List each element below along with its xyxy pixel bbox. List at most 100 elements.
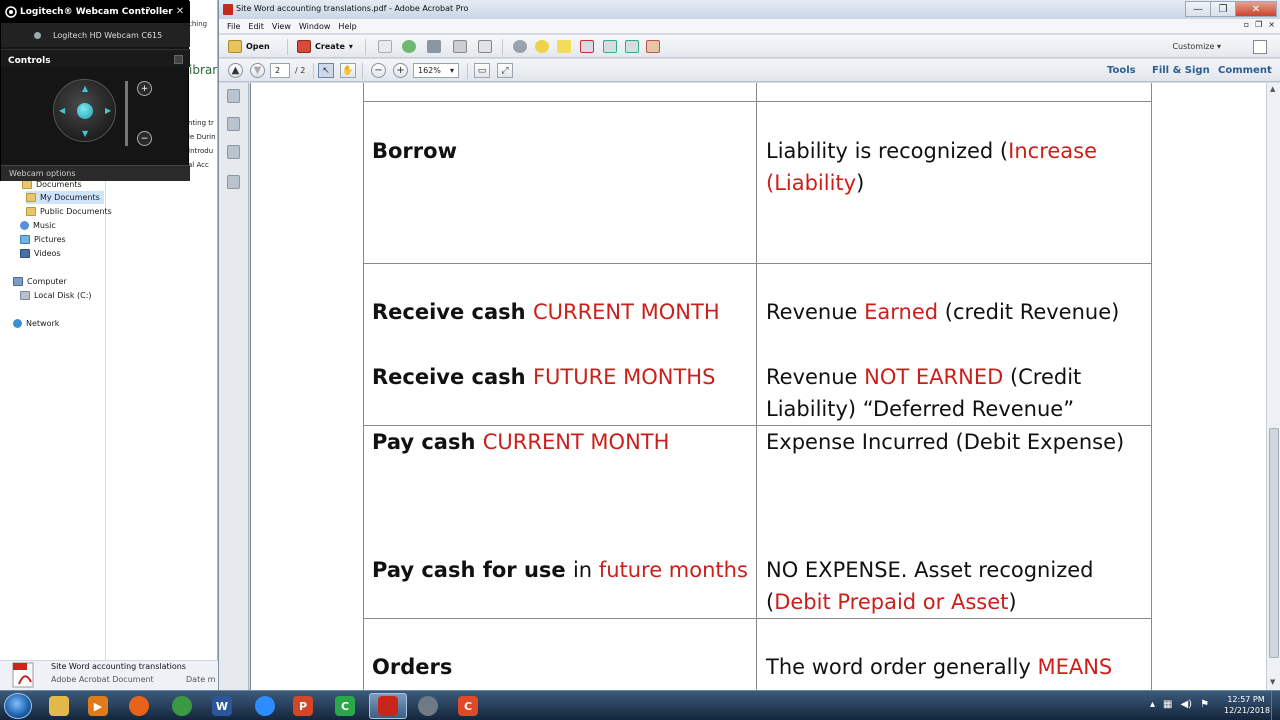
zoom-in-button[interactable]: + (393, 63, 408, 78)
export-page-icon[interactable] (625, 40, 639, 53)
tree-item-videos[interactable]: Videos (20, 247, 61, 260)
delete-page-icon[interactable] (580, 40, 594, 53)
tree-item-local-disk[interactable]: Local Disk (C:) (20, 289, 92, 302)
webcam-controller-window[interactable]: Logitech® Webcam Controller ? — ✕ Logite… (0, 0, 190, 181)
acrobat-window[interactable]: Site Word accounting translations.pdf - … (218, 0, 1280, 690)
save-icon[interactable] (378, 40, 392, 53)
scroll-down-icon[interactable]: ▼ (1270, 678, 1275, 686)
doc-minimize-icon[interactable]: ▫ (1244, 20, 1249, 29)
email-icon[interactable] (478, 40, 492, 53)
start-button[interactable] (4, 693, 32, 719)
pan-tilt-pad[interactable]: ▲ ▼ ◀ ▶ (53, 79, 116, 142)
open-button[interactable]: Open (228, 39, 270, 54)
taskbar-app-chrome[interactable] (163, 693, 201, 719)
clock[interactable]: 12:57 PM 12/21/2018 (1224, 694, 1270, 716)
vertical-scrollbar[interactable]: ▲ ▼ (1266, 83, 1280, 690)
comment-bubble-icon[interactable] (535, 40, 549, 53)
minimize-button[interactable]: — (1185, 1, 1211, 17)
comment-pane-link[interactable]: Comment (1218, 65, 1272, 76)
webcam-device-selector[interactable]: Logitech HD Webcam C615 (1, 23, 190, 47)
full-screen-icon[interactable]: ⤢ (497, 63, 513, 78)
pan-right-icon[interactable]: ▶ (105, 106, 111, 115)
taskbar-app-zoom[interactable] (246, 693, 284, 719)
highlight-icon[interactable] (557, 40, 571, 53)
doc-close-icon[interactable]: × (1268, 20, 1275, 29)
create-button[interactable]: Create ▾ (297, 39, 353, 54)
volume-icon[interactable]: ◀) (1180, 699, 1192, 710)
controls-collapse-icon[interactable] (174, 55, 183, 64)
zoom-slider[interactable] (125, 81, 128, 146)
taskbar-app-camtasia[interactable]: C (326, 693, 364, 719)
help-icon[interactable]: ? (142, 5, 154, 17)
previous-page-icon[interactable]: ▲ (228, 63, 243, 78)
zoom-out-button[interactable]: − (371, 63, 386, 78)
page-number-input[interactable]: 2 (270, 63, 290, 78)
taskbar-app-powerpoint[interactable]: P (284, 693, 322, 719)
next-page-icon[interactable]: ▼ (250, 63, 265, 78)
insert-page-icon[interactable] (603, 40, 617, 53)
tools-pane-link[interactable]: Tools (1107, 65, 1136, 76)
fit-page-icon[interactable]: ▭ (474, 63, 490, 78)
menu-help[interactable]: Help (338, 22, 356, 31)
tree-item-pictures[interactable]: Pictures (20, 233, 66, 246)
taskbar-app-acrobat[interactable] (369, 693, 407, 719)
zoom-in-icon[interactable]: + (137, 81, 152, 96)
attachments-icon[interactable] (227, 145, 240, 159)
minimize-icon[interactable]: — (158, 5, 170, 17)
pan-up-icon[interactable]: ▲ (82, 84, 88, 93)
doc-restore-icon[interactable]: ❐ (1255, 20, 1262, 29)
controls-label: Controls (8, 56, 51, 66)
tree-item-computer[interactable]: Computer (13, 275, 67, 288)
gear-icon[interactable] (513, 40, 527, 53)
menu-view[interactable]: View (272, 22, 291, 31)
scrollbar-thumb[interactable] (1269, 428, 1279, 658)
bookmarks-icon[interactable] (227, 117, 240, 131)
chevron-down-icon: ▾ (348, 42, 353, 51)
tree-item-music[interactable]: Music (20, 219, 56, 232)
upload-cloud-icon[interactable] (402, 40, 416, 53)
pan-left-icon[interactable]: ◀ (59, 106, 65, 115)
flag-icon[interactable]: ⚑ (1200, 699, 1209, 710)
zoom-out-icon[interactable]: − (137, 131, 152, 146)
hand-tool-icon[interactable]: ✋ (340, 63, 356, 78)
print-icon[interactable] (427, 40, 441, 53)
scroll-up-icon[interactable]: ▲ (1270, 85, 1275, 93)
tree-item-public-documents[interactable]: Public Documents (26, 205, 112, 218)
webcam-titlebar[interactable]: Logitech® Webcam Controller ? — ✕ (1, 1, 190, 23)
taskbar-app-media[interactable]: ▶ (79, 693, 117, 719)
taskbar-app-recorder[interactable]: C (449, 693, 487, 719)
menu-window[interactable]: Window (299, 22, 331, 31)
taskbar-app-firefox[interactable] (120, 693, 158, 719)
taskbar-app-word[interactable]: W (203, 693, 241, 719)
select-tool-icon[interactable]: ↖ (318, 63, 334, 78)
signatures-icon[interactable] (227, 175, 240, 189)
stamp-icon[interactable] (646, 40, 660, 53)
file-name-fragment[interactable]: Introdu (188, 147, 213, 155)
menu-edit[interactable]: Edit (248, 22, 264, 31)
acrobat-titlebar[interactable]: Site Word accounting translations.pdf - … (219, 0, 1280, 19)
pan-center-button[interactable] (77, 103, 93, 119)
show-desktop-button[interactable] (1271, 691, 1280, 720)
taskbar-app-explorer[interactable] (40, 693, 78, 719)
taskbar-app-webcam[interactable] (409, 693, 447, 719)
page-thumbnails-icon[interactable] (227, 89, 240, 103)
tray-expand-icon[interactable]: ▴ (1150, 699, 1155, 710)
customize-menu[interactable]: Customize ▾ (1172, 42, 1221, 51)
file-name-fragment[interactable]: le Durin (188, 133, 216, 141)
tree-item-network[interactable]: Network (13, 317, 59, 330)
close-button[interactable]: ✕ (1235, 1, 1277, 17)
document-viewport[interactable]: Borrow Liability is recognized (Increase… (250, 83, 1267, 690)
tree-item-my-documents[interactable]: My Documents (26, 191, 104, 204)
webcam-options-toggle[interactable]: Webcam options (1, 165, 190, 181)
pan-down-icon[interactable]: ▼ (82, 129, 88, 138)
close-icon[interactable]: ✕ (174, 5, 186, 17)
expand-toolbar-icon[interactable] (1253, 40, 1267, 54)
menu-file[interactable]: File (227, 22, 240, 31)
maximize-button[interactable]: ❐ (1210, 1, 1236, 17)
fill-sign-pane-link[interactable]: Fill & Sign (1152, 65, 1210, 76)
edit-pencil-icon[interactable] (453, 40, 467, 53)
file-name-fragment[interactable]: al Acc (188, 161, 209, 169)
file-name-fragment[interactable]: nting tr (188, 119, 214, 127)
network-tray-icon[interactable]: ▦ (1163, 699, 1172, 710)
zoom-level-select[interactable]: 162% ▾ (413, 63, 459, 78)
